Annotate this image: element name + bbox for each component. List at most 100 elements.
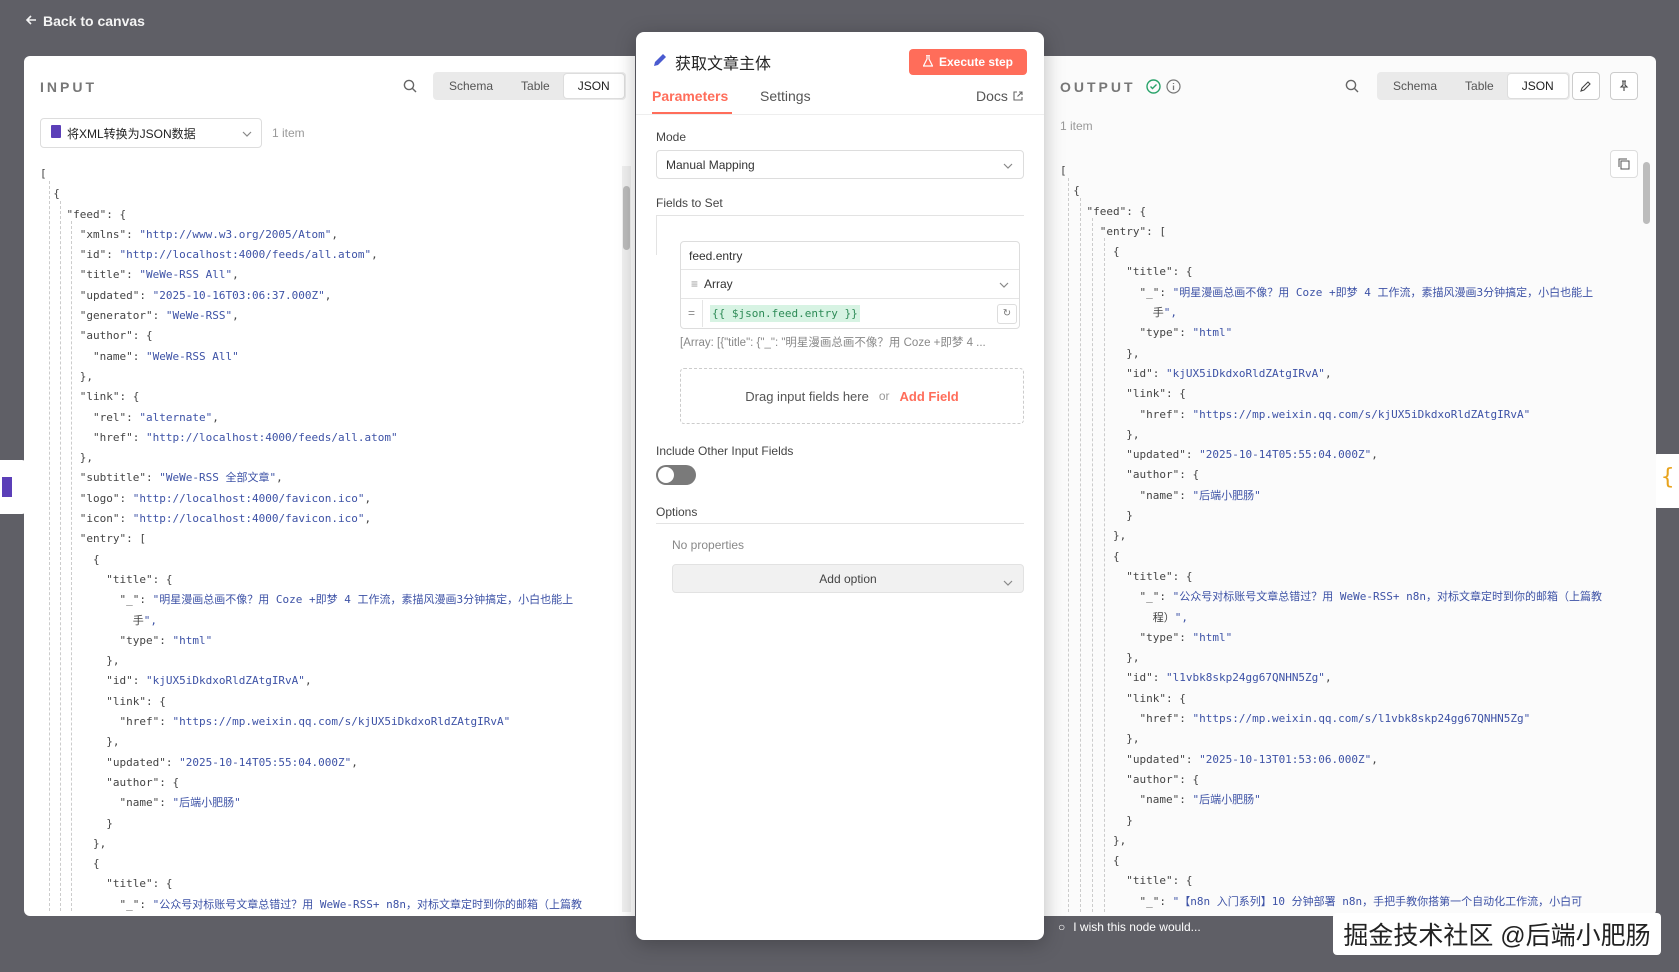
output-scroll-thumb[interactable] xyxy=(1643,162,1650,224)
input-view-switcher: Schema Table JSON xyxy=(433,72,626,100)
output-json-line: "title": { xyxy=(1126,874,1193,888)
arrow-left-icon xyxy=(25,13,37,29)
input-json-line: "id": "kjUX5iDkdxoRldZAtgIRvA", xyxy=(106,674,312,688)
field-type-select[interactable]: ≡ Array xyxy=(681,270,1019,299)
input-json-line: "subtitle": "WeWe-RSS 全部文章", xyxy=(79,471,283,485)
assignment-field: feed.entry ≡ Array = {{ $json.feed.entry… xyxy=(680,241,1020,329)
output-json-line: } xyxy=(1060,509,1133,523)
tab-divider xyxy=(636,114,1044,115)
input-json-line: "author": { xyxy=(106,775,180,789)
input-json-line: "entry": [ xyxy=(79,532,146,546)
output-json-line: "title": { xyxy=(1126,569,1193,583)
output-json-line: }, xyxy=(1060,833,1127,847)
input-json-line: }, xyxy=(40,735,120,749)
output-json-line: "entry": [ xyxy=(1099,224,1166,238)
input-title: INPUT xyxy=(40,79,97,95)
edit-output-button[interactable] xyxy=(1572,72,1600,100)
input-json-viewer: [ { "feed": { "xmlns": "http://www.w3.or… xyxy=(40,164,614,914)
mode-label: Mode xyxy=(656,130,687,144)
input-json-line: "author": { xyxy=(79,329,153,343)
input-node-tab[interactable] xyxy=(0,460,26,514)
input-node-select[interactable]: 将XML转换为JSON数据 xyxy=(40,118,262,148)
braces-icon: { xyxy=(1661,465,1675,490)
add-option-button[interactable]: Add option xyxy=(672,564,1024,593)
input-json-line: 手", xyxy=(40,613,157,627)
node-file-icon xyxy=(51,125,61,141)
output-json-line: } xyxy=(1060,813,1133,827)
output-view-switcher: Schema Table JSON xyxy=(1377,72,1570,100)
include-other-fields-label: Include Other Input Fields xyxy=(656,444,794,458)
feedback-prompt[interactable]: ○ I wish this node would... xyxy=(1058,920,1201,934)
input-tab-schema[interactable]: Schema xyxy=(435,74,507,98)
expand-icon[interactable]: ↻ xyxy=(997,303,1017,324)
output-search-button[interactable] xyxy=(1338,72,1366,100)
fields-divider xyxy=(656,215,1024,216)
pin-icon xyxy=(1619,80,1629,91)
input-json-line: "id": "http://localhost:4000/feeds/all.a… xyxy=(79,248,378,262)
field-indent-line xyxy=(656,215,657,255)
input-json-line: "link": { xyxy=(79,390,140,404)
options-label: Options xyxy=(656,505,698,519)
output-tab-schema[interactable]: Schema xyxy=(1379,74,1451,98)
output-node-tab[interactable]: { xyxy=(1653,454,1679,508)
output-json-viewer: [ { "feed": { "entry": [ { "title": { "_… xyxy=(1060,161,1630,913)
no-properties-text: No properties xyxy=(672,538,745,552)
info-icon[interactable] xyxy=(1166,79,1181,99)
input-json-line: "_": "明星漫画总画不像？用 Coze +即梦 4 工作流，素描风漫画3分钟… xyxy=(119,593,574,607)
tab-settings[interactable]: Settings xyxy=(760,88,811,104)
input-json-line: { xyxy=(40,187,60,201)
execute-step-button[interactable]: Execute step xyxy=(909,49,1027,75)
input-search-button[interactable] xyxy=(396,72,424,100)
field-value-expression[interactable]: = {{ $json.feed.entry }} ↻ xyxy=(681,299,1019,328)
output-scrollbar[interactable] xyxy=(1642,152,1651,912)
input-json-line: "title": { xyxy=(106,877,173,891)
add-field-button[interactable]: Add Field xyxy=(900,389,959,404)
output-json-line: "href": "https://mp.weixin.qq.com/s/kjUX… xyxy=(1139,407,1531,421)
search-icon xyxy=(1345,79,1359,93)
output-json-line: "id": "l1vbk8skp24gg67QNHN5Zg", xyxy=(1126,671,1332,685)
input-json-line: "title": { xyxy=(106,572,173,586)
input-json-line: "generator": "WeWe-RSS", xyxy=(79,309,239,323)
output-json-line: }, xyxy=(1060,732,1140,746)
output-tab-table[interactable]: Table xyxy=(1451,74,1508,98)
tab-parameters[interactable]: Parameters xyxy=(652,88,732,114)
list-icon: ≡ xyxy=(691,277,699,291)
input-json-line: "updated": "2025-10-14T05:55:04.000Z", xyxy=(106,755,358,769)
field-name-input[interactable]: feed.entry xyxy=(681,242,1019,270)
output-json-line: "href": "https://mp.weixin.qq.com/s/l1vb… xyxy=(1139,712,1531,726)
input-json-line: }, xyxy=(40,654,120,668)
external-link-icon xyxy=(1013,88,1023,104)
output-json-line: "id": "kjUX5iDkdxoRldZAtgIRvA", xyxy=(1126,366,1332,380)
output-json-line: }, xyxy=(1060,529,1127,543)
output-json-line: "link": { xyxy=(1126,387,1186,401)
output-tab-json[interactable]: JSON xyxy=(1507,74,1568,98)
input-item-count: 1 item xyxy=(272,126,305,140)
drag-drop-zone[interactable]: Drag input fields here or Add Field xyxy=(680,368,1024,424)
input-tab-table[interactable]: Table xyxy=(507,74,564,98)
docs-link[interactable]: Docs xyxy=(976,88,1023,104)
output-json-line: "updated": "2025-10-14T05:55:04.000Z", xyxy=(1126,448,1378,462)
input-tab-json[interactable]: JSON xyxy=(563,74,624,98)
node-parameters-panel: 获取文章主体 Execute step Parameters Settings … xyxy=(636,32,1044,940)
input-scroll-thumb[interactable] xyxy=(623,186,630,250)
output-json-line: "title": { xyxy=(1126,265,1193,279)
copy-icon xyxy=(1618,158,1630,170)
input-json-line: "link": { xyxy=(106,694,166,708)
include-other-fields-toggle[interactable] xyxy=(656,465,696,485)
input-json-line: { xyxy=(40,552,100,566)
output-json-line: }, xyxy=(1060,427,1140,441)
output-title: OUTPUT xyxy=(1060,79,1136,95)
field-value-preview: [Array: [{"title": {"_": "明星漫画总画不像？用 Coz… xyxy=(680,337,986,349)
back-to-canvas-button[interactable]: Back to canvas xyxy=(25,13,145,29)
node-title[interactable]: 获取文章主体 xyxy=(675,50,771,74)
pin-output-button[interactable] xyxy=(1610,72,1638,100)
input-json-line: "type": "html" xyxy=(119,633,213,647)
pencil-icon xyxy=(652,52,668,73)
input-scrollbar[interactable] xyxy=(622,166,631,912)
input-json-line: "name": "WeWe-RSS All" xyxy=(92,349,239,363)
copy-output-button[interactable] xyxy=(1610,150,1638,178)
input-json-line: "title": "WeWe-RSS All", xyxy=(79,268,239,282)
node-icon xyxy=(2,477,12,497)
mode-select[interactable]: Manual Mapping xyxy=(656,150,1024,179)
output-json-line: "_": "明星漫画总画不像？用 Coze +即梦 4 工作流，素描风漫画3分钟… xyxy=(1139,285,1594,299)
